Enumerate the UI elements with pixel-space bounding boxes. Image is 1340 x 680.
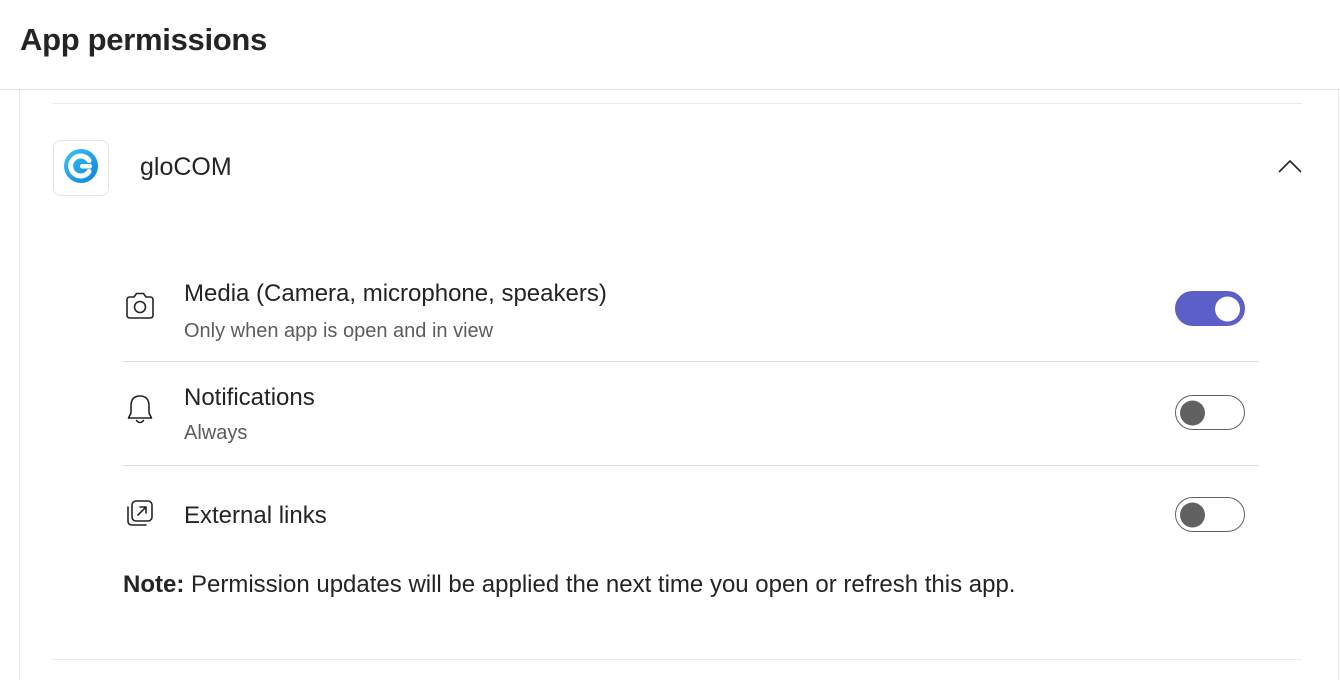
note-label: Note:: [123, 571, 185, 598]
toggle-knob: [1215, 296, 1240, 321]
permission-row-external-links: External links: [123, 466, 1259, 556]
external-links-toggle[interactable]: [1175, 497, 1245, 532]
permission-title: Media (Camera, microphone, speakers): [184, 280, 607, 307]
page-header: App permissions: [0, 0, 1340, 90]
note-body: Permission updates will be applied the n…: [184, 571, 1016, 598]
page-title: App permissions: [20, 22, 267, 57]
camera-icon: [123, 289, 157, 323]
external-link-icon: [123, 496, 157, 530]
permission-row-notifications: Notifications Always: [123, 362, 1259, 466]
toggle-knob: [1180, 400, 1205, 425]
note-text: Note: Permission updates will be applied…: [123, 571, 1015, 599]
bell-icon: [123, 392, 157, 426]
permission-title: External links: [184, 502, 327, 529]
app-name: gloCOM: [140, 153, 232, 181]
permission-subtitle: Only when app is open and in view: [184, 320, 494, 342]
chevron-up-icon: [1278, 159, 1302, 178]
media-toggle[interactable]: [1175, 291, 1245, 326]
divider: [52, 103, 1302, 104]
permission-subtitle: Always: [184, 422, 248, 444]
divider: [52, 659, 1302, 660]
permission-title: Notifications: [184, 384, 315, 411]
toggle-knob: [1180, 502, 1205, 527]
collapse-button[interactable]: [1274, 152, 1306, 184]
notifications-toggle[interactable]: [1175, 395, 1245, 430]
app-logo: [53, 140, 109, 196]
permission-row-media: Media (Camera, microphone, speakers) Onl…: [123, 262, 1259, 362]
glocom-logo-icon: [63, 148, 99, 189]
